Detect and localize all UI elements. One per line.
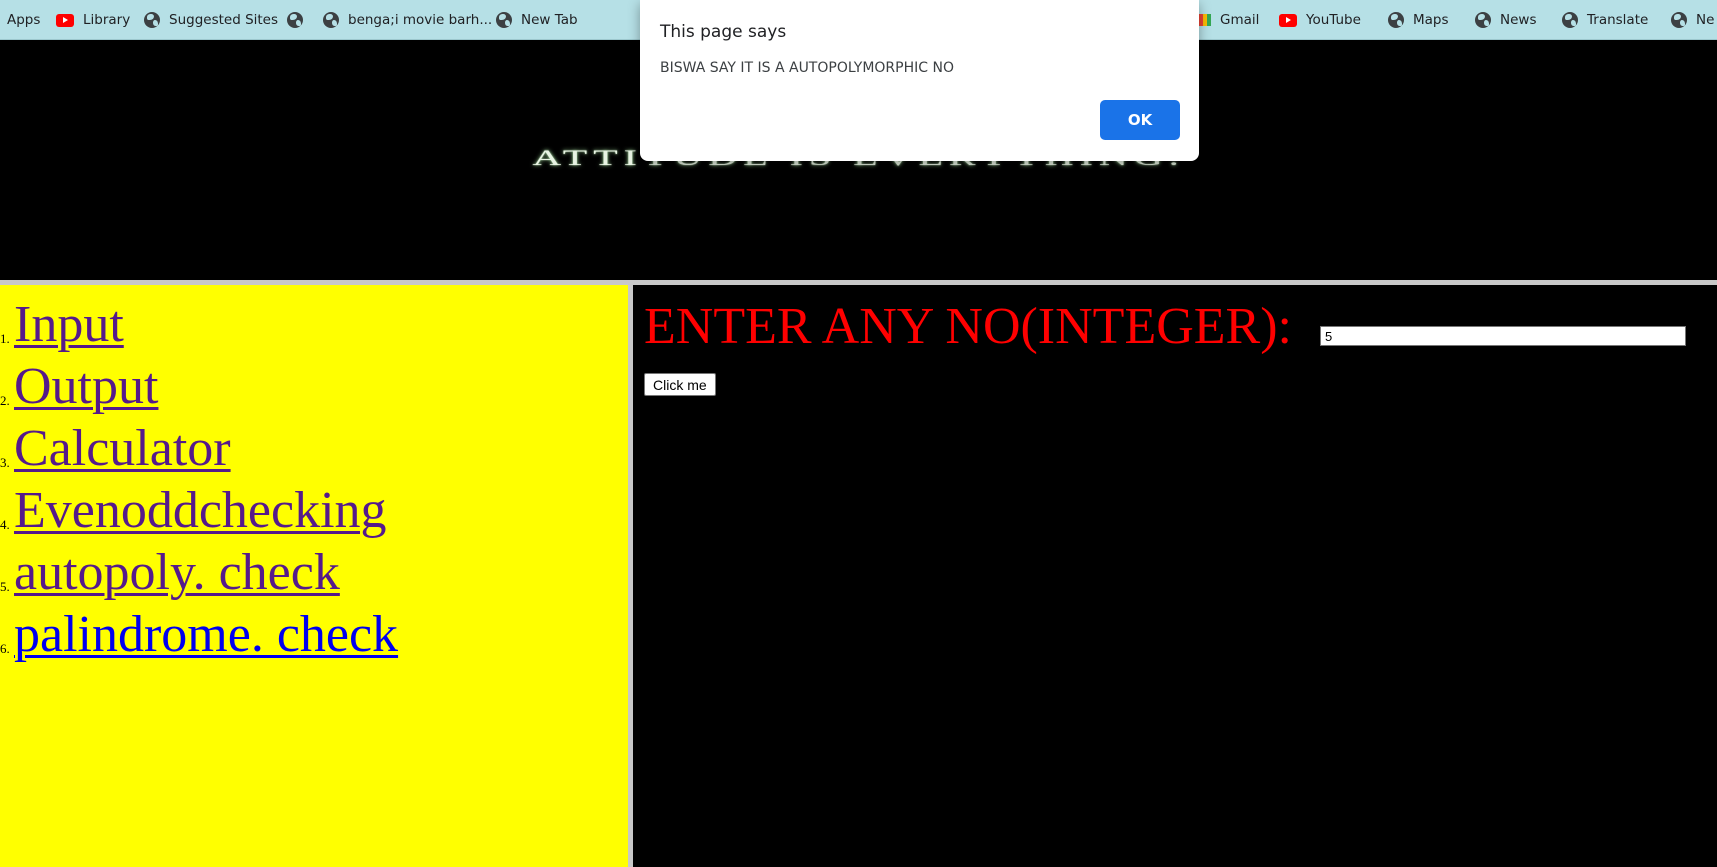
bookmark-label: Suggested Sites [169, 12, 279, 28]
nav-link-output[interactable]: Output [14, 357, 158, 417]
globe-icon [1671, 12, 1687, 28]
dialog-message: BISWA SAY IT IS A AUTOPOLYMORPHIC NO [660, 60, 954, 76]
bookmark-label: Maps [1413, 12, 1449, 28]
bookmark-youtube[interactable]: YouTube [1279, 9, 1361, 31]
nav-link-palindrome-check[interactable]: palindrome. check [14, 605, 398, 665]
bookmark-library[interactable]: Library [56, 9, 130, 31]
bookmark-label: YouTube [1306, 12, 1361, 28]
globe-icon [144, 12, 160, 28]
number-input[interactable] [1320, 326, 1686, 346]
bookmark-suggested-sites[interactable]: Suggested Sites [144, 9, 278, 31]
list-number: 1. [0, 331, 10, 346]
bookmark-gmail[interactable]: Gmail [1195, 9, 1259, 31]
nav-link-input[interactable]: Input [14, 295, 124, 355]
bookmark-label: benga;i movie barh... [348, 12, 493, 28]
youtube-icon [1279, 13, 1297, 27]
nav-link-autopoly-check[interactable]: autopoly. check [14, 543, 340, 603]
bookmark-label: Apps [7, 12, 41, 28]
list-number: 3. [0, 455, 10, 470]
bookmark-maps[interactable]: Maps [1388, 9, 1449, 31]
bookmark-label: Library [83, 12, 131, 28]
bookmark-apps[interactable]: Apps [7, 9, 40, 31]
click-me-button[interactable]: Click me [644, 373, 716, 396]
globe-icon [1562, 12, 1578, 28]
dialog-title: This page says [660, 22, 787, 42]
content-frame: ENTER ANY NO(INTEGER): Click me [633, 285, 1717, 867]
globe-icon [287, 12, 303, 28]
globe-icon [1388, 12, 1404, 28]
nav-link-evenoddchecking[interactable]: Evenoddchecking [14, 481, 387, 541]
bookmark-label: Translate [1587, 12, 1649, 28]
ok-button[interactable]: OK [1100, 100, 1180, 140]
globe-icon [1475, 12, 1491, 28]
nav-frame: 1. Input 2. Output 3. Calculator 4. Even… [0, 285, 628, 867]
list-number: 5. [0, 579, 10, 594]
bookmark-label: News [1500, 12, 1537, 28]
bookmark-untitled[interactable] [287, 9, 312, 31]
bookmark-label: Ne [1696, 12, 1715, 28]
nav-link-calculator[interactable]: Calculator [14, 419, 231, 479]
bookmark-news[interactable]: News [1475, 9, 1536, 31]
globe-icon [323, 12, 339, 28]
list-number: 6. [0, 641, 10, 656]
list-number: 2. [0, 393, 10, 408]
bookmark-bengali-movie[interactable]: benga;i movie barh... [323, 9, 492, 31]
globe-icon [496, 12, 512, 28]
list-number: 4. [0, 517, 10, 532]
bookmark-label: Gmail [1220, 12, 1260, 28]
bookmark-overflow[interactable]: Ne [1671, 9, 1714, 31]
bookmark-translate[interactable]: Translate [1562, 9, 1648, 31]
bookmark-new-tab[interactable]: New Tab [496, 9, 578, 31]
alert-dialog: This page says BISWA SAY IT IS A AUTOPOL… [640, 0, 1199, 161]
youtube-icon [56, 13, 74, 27]
number-prompt: ENTER ANY NO(INTEGER): [644, 298, 1292, 355]
bookmark-label: New Tab [521, 12, 578, 28]
